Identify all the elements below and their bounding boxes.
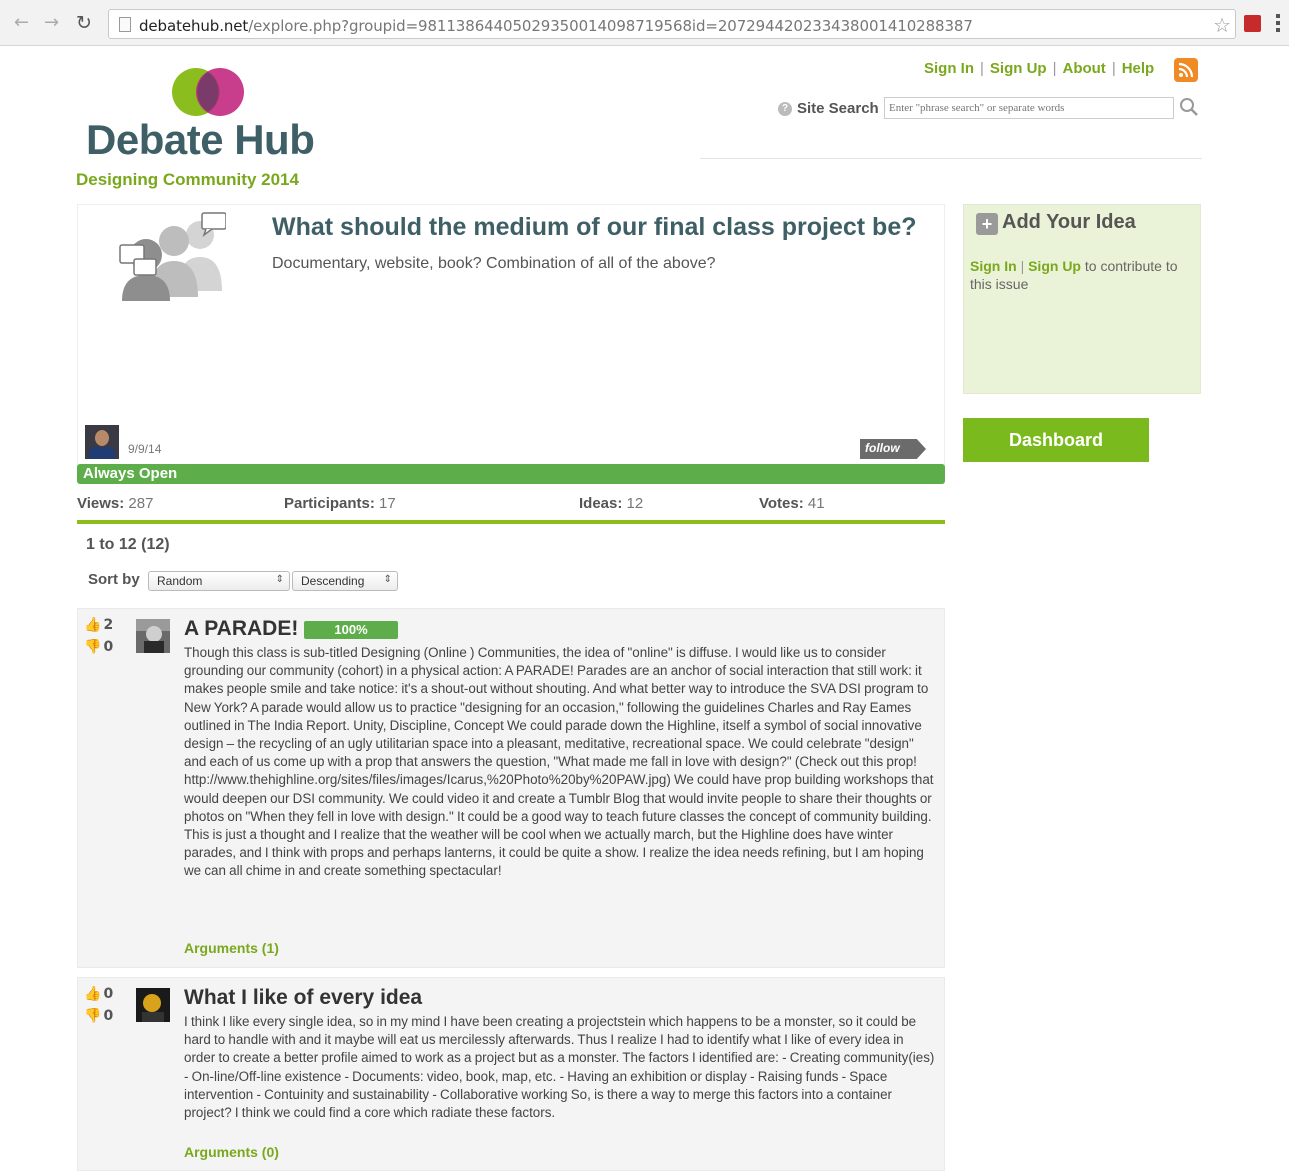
idea-title: What I like of every idea [184, 986, 423, 1009]
header-divider [700, 158, 1202, 159]
reload-icon[interactable]: ↻ [76, 14, 92, 33]
views-stat: Views: 287 [77, 495, 154, 512]
link-separator: | [1111, 60, 1116, 77]
issue-panel: What should the medium of our final clas… [77, 204, 945, 466]
issue-title: What should the medium of our final clas… [272, 213, 917, 241]
url-text[interactable]: debatehub.net/explore.php?groupid=981138… [139, 17, 973, 35]
top-links: Sign In | Sign Up | About | Help [924, 60, 1154, 77]
issue-status-bar: Always Open [77, 464, 945, 484]
group-name[interactable]: Designing Community 2014 [76, 170, 299, 190]
ideas-stat: Ideas: 12 [579, 495, 644, 512]
site-name[interactable]: Debate Hub [86, 116, 315, 164]
back-icon[interactable]: ← [14, 14, 29, 32]
vote-up[interactable]: 👍 0 [84, 986, 113, 1002]
bookmark-star-icon[interactable]: ☆ [1213, 13, 1231, 37]
issue-date: 9/9/14 [128, 442, 162, 456]
vote-up[interactable]: 👍 2 [84, 617, 113, 633]
vote-down[interactable]: 👎 0 [84, 639, 113, 655]
extension-icon[interactable] [1244, 15, 1261, 32]
vote-down[interactable]: 👎 0 [84, 1008, 113, 1024]
link-separator: | [1052, 60, 1057, 77]
idea-body: I think I like every single idea, so in … [184, 1014, 935, 1121]
participants-stat: Participants: 17 [284, 495, 396, 512]
link-separator: | [980, 60, 984, 77]
votes-stat: Votes: 41 [759, 495, 825, 512]
address-bar[interactable]: debatehub.net/explore.php?groupid=981138… [108, 9, 1236, 39]
author-avatar[interactable] [85, 425, 119, 459]
sidebar-sign-in-link[interactable]: Sign In [970, 258, 1017, 274]
help-link[interactable]: Help [1122, 60, 1155, 77]
arguments-link[interactable]: Arguments (1) [184, 940, 279, 956]
about-link[interactable]: About [1062, 60, 1105, 77]
browser-toolbar: ← → ↻ debatehub.net/explore.php?groupid=… [0, 0, 1289, 46]
idea-title: A PARADE! [184, 617, 299, 640]
thumbs-up-icon[interactable]: 👍 [84, 986, 101, 1002]
search-help-icon[interactable]: ? [778, 102, 792, 116]
idea-card: 👍 0 👎 0 What I like of every idea I think … [77, 977, 945, 1171]
thumbs-down-icon[interactable]: 👎 [84, 1008, 101, 1024]
link-separator: | [1020, 258, 1025, 274]
sign-up-link[interactable]: Sign Up [990, 60, 1047, 77]
idea-author-avatar[interactable] [136, 988, 170, 1022]
add-idea-icon: + [976, 213, 998, 235]
dashboard-button[interactable]: Dashboard [963, 418, 1149, 462]
discussion-group-icon [119, 212, 226, 301]
idea-percent-badge: 100% [304, 621, 398, 639]
sort-label: Sort by [88, 571, 140, 588]
rss-icon[interactable] [1174, 58, 1198, 82]
add-idea-text: Sign In | Sign Up to contribute to this … [970, 257, 1196, 293]
sort-order-select[interactable]: Descending ⇕ [292, 571, 398, 591]
arguments-link[interactable]: Arguments (0) [184, 1144, 279, 1160]
menu-icon[interactable] [1276, 14, 1281, 32]
logo-icon[interactable] [168, 67, 248, 117]
sort-field-select[interactable]: Random ⇕ [148, 571, 290, 591]
search-label: Site Search [797, 100, 879, 117]
page-icon [119, 17, 131, 32]
thumbs-up-icon[interactable]: 👍 [84, 617, 101, 633]
search-icon[interactable] [1178, 96, 1200, 118]
add-idea-panel: + Add Your Idea Sign In | Sign Up to con… [963, 204, 1201, 394]
sign-in-link[interactable]: Sign In [924, 60, 974, 77]
result-range: 1 to 12 (12) [86, 536, 170, 553]
thumbs-down-icon[interactable]: 👎 [84, 639, 101, 655]
idea-body: Though this class is sub-titled Designin… [184, 645, 934, 879]
search-input[interactable] [884, 97, 1174, 119]
sidebar-sign-up-link[interactable]: Sign Up [1028, 258, 1081, 274]
forward-icon[interactable]: → [44, 14, 59, 32]
add-idea-title: Add Your Idea [1002, 211, 1136, 233]
issue-description: Documentary, website, book? Combination … [272, 255, 716, 272]
idea-author-avatar[interactable] [136, 619, 170, 653]
follow-button[interactable]: follow [860, 439, 926, 459]
issue-stats: Views: 287 Participants: 17 Ideas: 12 Vo… [77, 494, 945, 524]
idea-card: 👍 2 👎 0 A PARADE! 100% Though this class i… [77, 608, 945, 968]
